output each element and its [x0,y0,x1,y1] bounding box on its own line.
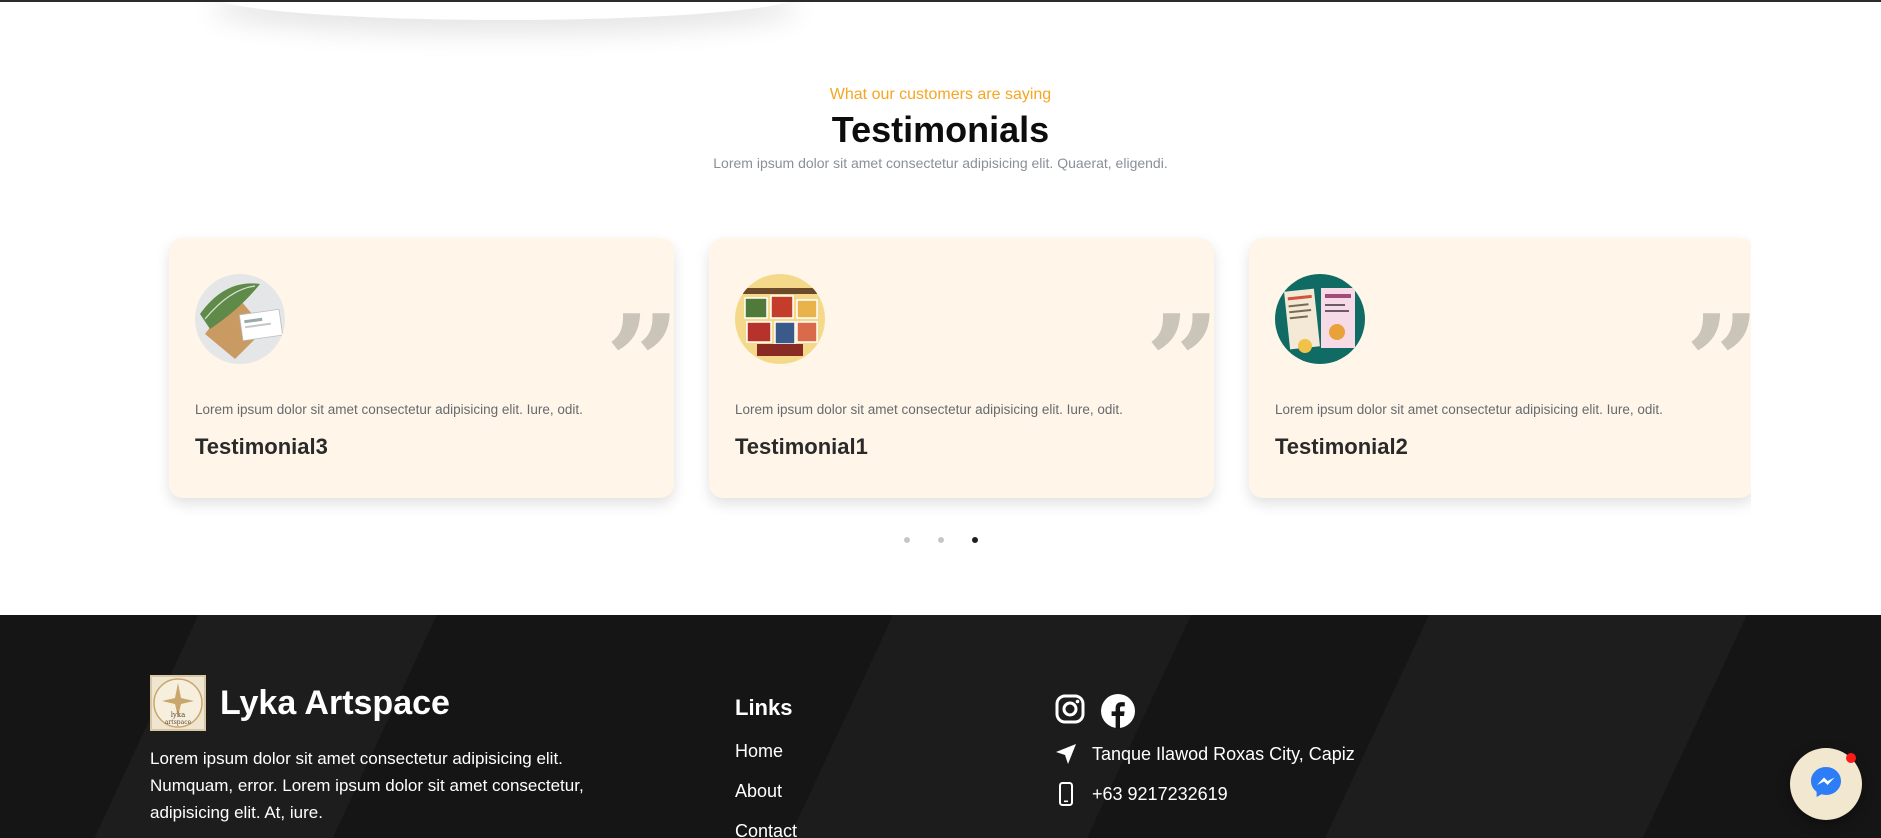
footer-phone: +63 9217232619 [1054,782,1228,806]
section-title: Testimonials [831,109,1050,150]
quote-mark-icon: ” [1145,286,1220,439]
testimonial-text: Lorem ipsum dolor sit amet consectetur a… [1275,402,1663,417]
mobile-phone-icon [1054,782,1078,806]
testimonials-carousel[interactable]: ” Lorem ipsum dolor sit amet consectetur… [133,228,1751,516]
footer-address: Tanque Ilawod Roxas City, Capiz [1054,742,1355,766]
brand-name: Lyka Artspace [220,683,450,722]
address-text: Tanque Ilawod Roxas City, Capiz [1092,743,1355,764]
testimonial-card: ” Lorem ipsum dolor sit amet consectetur… [1249,238,1751,498]
quote-mark-icon: ” [1685,286,1751,439]
carousel-dot-active[interactable] [971,537,978,543]
location-arrow-icon [1054,742,1078,766]
logo-text: artspace [165,719,192,726]
testimonial-name: Testimonial3 [195,434,328,459]
footer-link-contact[interactable]: Contact [735,821,797,838]
previous-section-shadow [210,0,800,20]
testimonial-text: Lorem ipsum dolor sit amet consectetur a… [195,402,583,417]
carousel-edge-fade [133,228,167,516]
logo-text: lyka [171,711,186,719]
footer-link-about[interactable]: About [735,781,782,802]
section-subtitle: Lorem ipsum dolor sit amet consectetur a… [713,155,1168,171]
carousel-pagination [0,537,1881,543]
testimonial-card: ” Lorem ipsum dolor sit amet consectetur… [709,238,1220,498]
testimonial-avatar [735,274,825,364]
testimonial-avatar [1275,274,1365,364]
messenger-chat-button[interactable] [1790,748,1862,820]
footer-link-home[interactable]: Home [735,741,783,762]
testimonials-header: What our customers are saying Testimonia… [0,84,1881,172]
carousel-dot[interactable] [903,537,910,543]
footer-about-text: Lorem ipsum dolor sit amet consectetur a… [150,749,584,822]
site-footer: lyka artspace Lyka Artspace Lorem ipsum … [0,615,1881,838]
footer-social-links [1054,693,1136,729]
testimonial-text: Lorem ipsum dolor sit amet consectetur a… [735,402,1123,417]
section-kicker: What our customers are saying [829,86,1052,103]
brand-logo: lyka artspace [150,675,206,731]
testimonial-avatar [195,274,285,364]
testimonial-name: Testimonial2 [1275,434,1408,459]
footer-links-title: Links [735,695,793,720]
carousel-dot[interactable] [937,537,944,543]
testimonial-name: Testimonial1 [735,434,868,459]
testimonial-card: ” Lorem ipsum dolor sit amet consectetur… [169,238,680,498]
phone-text: +63 9217232619 [1092,783,1228,804]
messenger-icon [1809,765,1843,804]
facebook-icon[interactable] [1100,693,1136,729]
quote-mark-icon: ” [605,286,680,439]
instagram-icon[interactable] [1054,693,1090,729]
footer-brand[interactable]: lyka artspace Lyka Artspace [150,675,450,731]
notification-badge [1846,753,1856,763]
